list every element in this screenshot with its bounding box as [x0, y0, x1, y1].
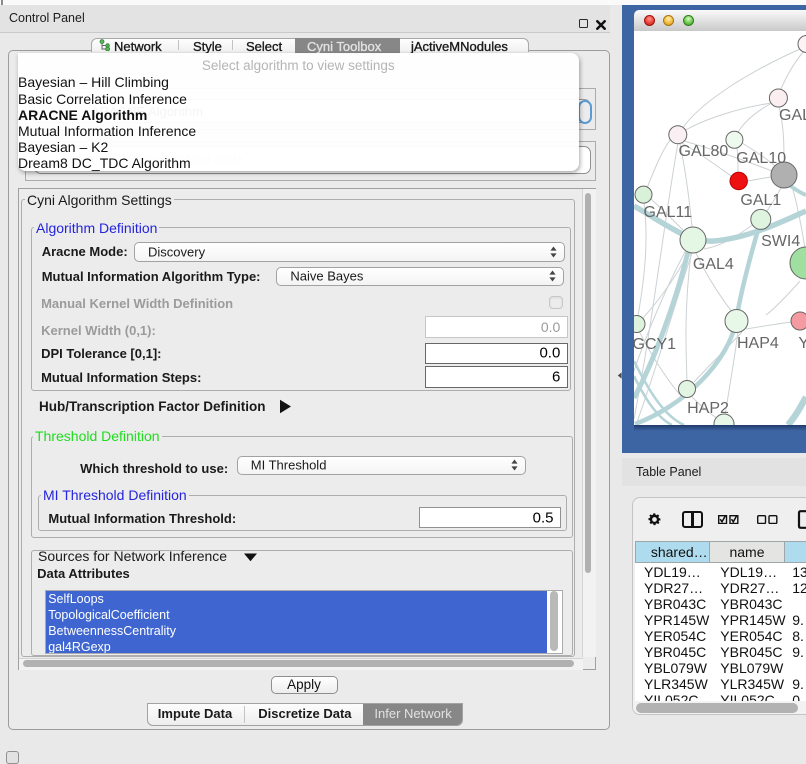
svg-text:GAL1: GAL1 — [740, 192, 781, 209]
svg-text:SWI4: SWI4 — [761, 233, 800, 250]
svg-text:GAL10: GAL10 — [736, 150, 786, 167]
svg-text:HAP4: HAP4 — [737, 335, 779, 352]
svg-text:GAL7: GAL7 — [779, 107, 806, 124]
svg-text:HAP2: HAP2 — [687, 400, 729, 417]
svg-text:Y: Y — [798, 335, 806, 352]
svg-text:GCY1: GCY1 — [634, 336, 676, 353]
svg-text:GAL4: GAL4 — [693, 256, 734, 273]
svg-text:GAL11: GAL11 — [644, 204, 693, 221]
svg-text:GAL80: GAL80 — [679, 143, 729, 160]
